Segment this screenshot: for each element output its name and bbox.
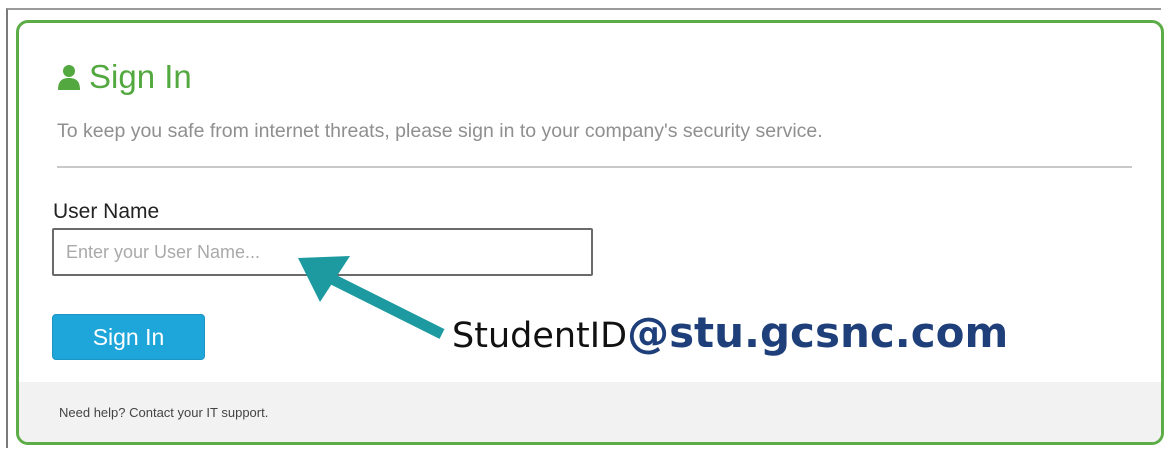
screenshot-stage: Sign In To keep you safe from internet t…	[0, 0, 1165, 449]
card-footer: Need help? Contact your IT support.	[19, 382, 1161, 442]
user-icon	[58, 65, 80, 90]
help-text: Need help? Contact your IT support.	[59, 405, 269, 420]
email-format-annotation: StudentID@stu.gcsnc.com	[452, 305, 1008, 371]
title-row: Sign In	[57, 57, 192, 97]
annotation-prefix: StudentID	[452, 316, 628, 356]
divider	[57, 166, 1132, 168]
arrow-icon	[298, 256, 445, 339]
username-label: User Name	[53, 200, 160, 223]
signin-card: Sign In To keep you safe from internet t…	[16, 20, 1164, 445]
signin-button[interactable]: Sign In	[52, 314, 205, 360]
annotation-domain: @stu.gcsnc.com	[627, 308, 1009, 357]
page-title: Sign In	[89, 58, 192, 95]
signin-subtitle: To keep you safe from internet threats, …	[57, 120, 823, 142]
